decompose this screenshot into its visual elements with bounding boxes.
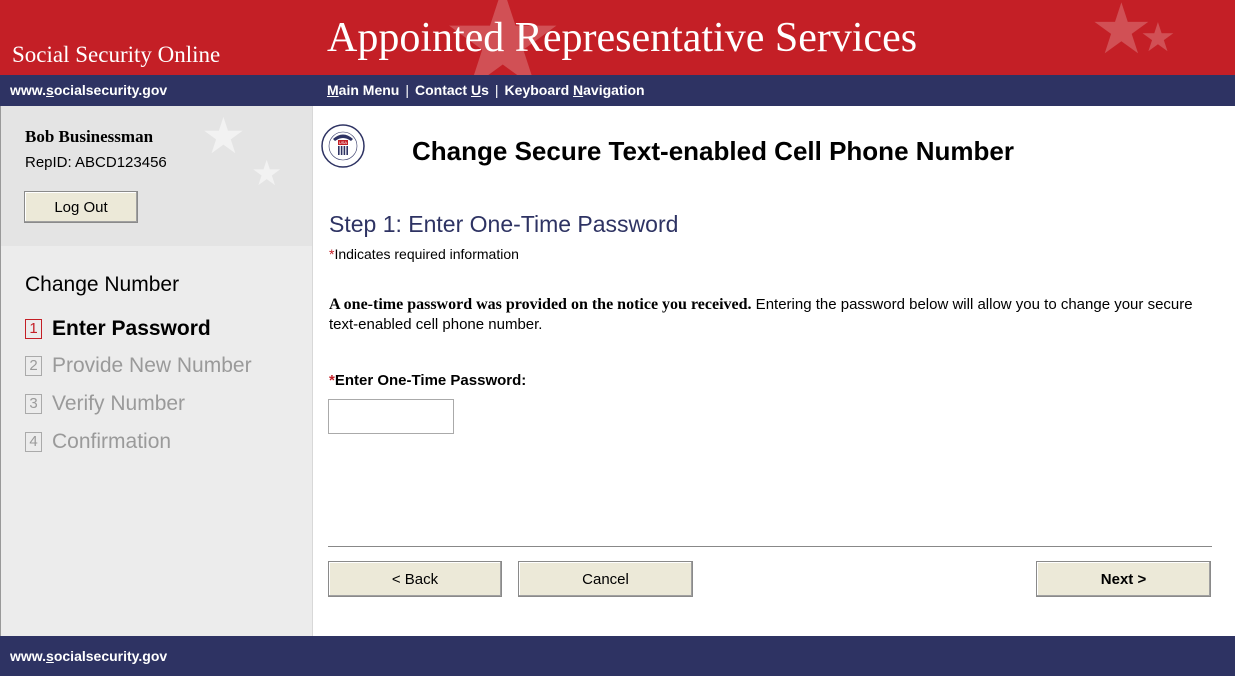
cancel-button[interactable]: Cancel bbox=[518, 561, 693, 597]
next-button[interactable]: Next > bbox=[1036, 561, 1211, 597]
nav-bar: www.socialsecurity.gov Main Menu | Contact… bbox=[0, 75, 1235, 106]
page-title: Change Secure Text-enabled Cell Phone Nu… bbox=[412, 136, 1014, 166]
one-time-password-input[interactable] bbox=[328, 399, 454, 434]
step-label: Enter Password bbox=[52, 317, 211, 340]
step-heading: Step 1: Enter One-Time Password bbox=[329, 211, 679, 237]
contact-us-link[interactable]: Contact Us bbox=[415, 82, 489, 98]
divider bbox=[328, 546, 1212, 547]
step-label: Verify Number bbox=[52, 392, 186, 415]
back-button[interactable]: < Back bbox=[328, 561, 502, 597]
nav-separator: | bbox=[494, 82, 499, 98]
steps-heading: Change Number bbox=[25, 273, 180, 296]
site-url[interactable]: www.socialsecurity.gov bbox=[10, 82, 167, 98]
footer-url[interactable]: www.socialsecurity.gov bbox=[10, 648, 167, 664]
rep-id: RepID: ABCD123456 bbox=[25, 154, 167, 171]
site-name: Social Security Online bbox=[12, 42, 221, 67]
step-label: Confirmation bbox=[52, 430, 172, 453]
instructions-bold: A one-time password was provided on the … bbox=[329, 296, 752, 313]
step-number: 1 bbox=[25, 319, 42, 339]
step-number: 4 bbox=[25, 432, 42, 452]
star-decoration-icon: ★ bbox=[251, 154, 283, 193]
star-decoration-icon: ★ bbox=[1140, 16, 1176, 60]
step-enter-password: 1 Enter Password bbox=[25, 317, 211, 341]
keyboard-navigation-link[interactable]: Keyboard Navigation bbox=[505, 82, 645, 98]
logout-button[interactable]: Log Out bbox=[24, 191, 138, 223]
site-header: ★ ★ ★ Social Security Online Appointed R… bbox=[0, 0, 1235, 75]
main-menu-link[interactable]: Main Menu bbox=[327, 82, 399, 98]
sidebar: ★ ★ Bob Businessman RepID: ABCD123456 Lo… bbox=[0, 106, 313, 636]
password-label: *Enter One-Time Password: bbox=[329, 372, 527, 389]
step-provide-new-number: 2 Provide New Number bbox=[25, 354, 252, 378]
nav-separator: | bbox=[405, 82, 409, 98]
instructions: A one-time password was provided on the … bbox=[329, 295, 1219, 335]
site-footer: www.socialsecurity.gov bbox=[0, 636, 1235, 676]
step-number: 2 bbox=[25, 356, 42, 376]
star-decoration-icon: ★ bbox=[201, 108, 246, 164]
ssa-seal-icon: USA bbox=[321, 124, 365, 168]
step-label: Provide New Number bbox=[52, 354, 252, 377]
user-name: Bob Businessman bbox=[25, 127, 154, 146]
required-note: *Indicates required information bbox=[329, 246, 519, 262]
main-content: USA Change Secure Text-enabled Cell Phon… bbox=[313, 106, 1235, 636]
step-number: 3 bbox=[25, 394, 42, 414]
step-verify-number: 3 Verify Number bbox=[25, 392, 185, 416]
app-title: Appointed Representative Services bbox=[327, 15, 918, 61]
seal-usa-text: USA bbox=[339, 140, 348, 145]
nav-links: Main Menu | Contact Us | Keyboard Navigation bbox=[327, 82, 645, 98]
step-confirmation: 4 Confirmation bbox=[25, 430, 171, 454]
